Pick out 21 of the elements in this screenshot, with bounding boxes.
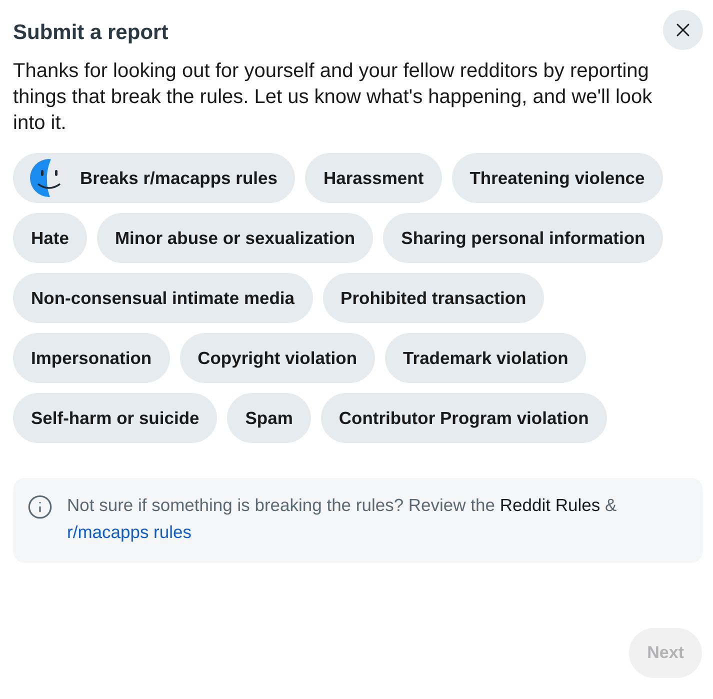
report-reason-chip[interactable]: Trademark violation xyxy=(385,333,586,383)
report-reason-chip[interactable]: Non-consensual intimate media xyxy=(13,273,313,323)
report-reason-chip[interactable]: Breaks r/macapps rules xyxy=(13,153,296,203)
report-reason-chip[interactable]: Contributor Program violation xyxy=(320,393,607,443)
reddit-rules-link[interactable]: Reddit Rules xyxy=(500,495,600,515)
report-reason-chip[interactable]: Threatening violence xyxy=(452,153,663,203)
notice-text: Not sure if something is breaking the rules? Review the Reddit Rules & r/macapps rules xyxy=(67,494,618,544)
close-button[interactable] xyxy=(663,10,703,50)
dialog-title: Submit a report xyxy=(13,20,168,46)
report-reason-chip[interactable]: Sharing personal information xyxy=(383,213,664,263)
report-reason-chip[interactable]: Harassment xyxy=(305,153,442,203)
report-reason-chip[interactable]: Spam xyxy=(227,393,311,443)
info-icon xyxy=(27,494,53,520)
report-reason-chip[interactable]: Self-harm or suicide xyxy=(13,393,218,443)
report-reason-chip[interactable]: Copyright violation xyxy=(180,333,376,383)
intro-text: Thanks for looking out for yourself and your fellow redditors by reporting things that break the rules. Let us know what's happening, and we'll look into it. xyxy=(13,59,654,136)
report-reason-chip[interactable]: Hate xyxy=(13,213,87,263)
community-rules-link[interactable]: r/macapps rules xyxy=(67,522,192,542)
report-reason-chip[interactable]: Prohibited transaction xyxy=(322,273,544,323)
report-reason-chip[interactable]: Minor abuse or sexualization xyxy=(96,213,374,263)
report-reason-chip[interactable]: Impersonation xyxy=(13,333,170,383)
